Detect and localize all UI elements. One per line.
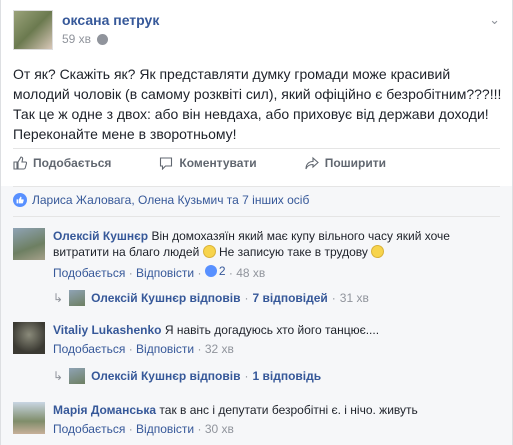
avatar[interactable] [13, 322, 45, 354]
like-button[interactable]: Подобається [13, 156, 111, 170]
separator: · [197, 266, 202, 280]
avatar [69, 368, 86, 384]
comment-icon [160, 157, 173, 170]
reply-link[interactable]: Відповісти [136, 422, 194, 436]
separator: · [244, 291, 249, 305]
reply-link[interactable]: Відповісти [136, 342, 194, 356]
separator: · [228, 266, 233, 280]
comment: Олексій Кушнєр Він домохазяїн який має к… [13, 228, 493, 281]
share-button[interactable]: Поширити [305, 156, 386, 170]
share-icon [305, 156, 319, 170]
replies-link[interactable]: ↳ Олексій Кушнєр відповів · 1 відповідь [53, 368, 321, 384]
reply-author[interactable]: Олексій Кушнєр відповів [91, 291, 240, 305]
divider [13, 148, 500, 149]
reply-count[interactable]: 7 відповідей [252, 291, 327, 305]
reply-arrow-icon: ↳ [53, 291, 64, 305]
avatar[interactable] [13, 402, 45, 434]
comment-meta: Подобається · Відповісти · 30 хв [53, 421, 493, 437]
replies-link[interactable]: ↳ Олексій Кушнєр відповів · 7 відповідей… [53, 290, 369, 306]
like-badge-icon [204, 265, 217, 277]
chevron-down-icon[interactable]: ⌄ [489, 12, 500, 28]
likes-summary-text[interactable]: Лариса Жаловага, Олена Кузьмич та 7 інши… [32, 193, 309, 207]
share-label: Поширити [324, 156, 386, 170]
globe-icon [97, 33, 109, 45]
smile-emoji-icon [202, 245, 216, 258]
thumbs-up-icon [13, 156, 27, 170]
comment-meta: Подобається · Відповісти · 2 · 48 хв [53, 263, 493, 281]
reply-time[interactable]: 31 хв [340, 291, 369, 305]
separator: · [128, 422, 133, 436]
like-label: Подобається [33, 156, 112, 170]
separator: · [197, 422, 202, 436]
comment-time[interactable]: 48 хв [236, 266, 265, 280]
reply-arrow-icon: ↳ [53, 369, 64, 383]
reply-link[interactable]: Відповісти [136, 266, 194, 280]
comment-label: Коментувати [179, 156, 257, 170]
comment-time[interactable]: 30 хв [205, 422, 234, 436]
separator: · [331, 291, 336, 305]
separator: · [128, 266, 133, 280]
smile-emoji-icon [371, 245, 385, 258]
post-text: От як? Скажіть як? Як представляти думку… [13, 66, 502, 142]
post-actions: Подобається Коментувати Поширити [13, 156, 434, 170]
post-header: оксана петрук 59 хв [13, 10, 159, 50]
like-link[interactable]: Подобається [53, 422, 125, 436]
author-avatar[interactable] [13, 10, 53, 50]
separator: · [197, 342, 202, 356]
divider [13, 216, 500, 217]
comment-meta: Подобається · Відповісти · 32 хв [53, 341, 493, 357]
likes-summary[interactable]: Лариса Жаловага, Олена Кузьмич та 7 інши… [13, 193, 309, 207]
reply-author[interactable]: Олексій Кушнєр відповів [91, 369, 240, 383]
comment: Vitaliy Lukashenko Я навіть догадуюсь хт… [13, 322, 493, 357]
avatar [69, 290, 86, 306]
reply-count[interactable]: 1 відповідь [252, 369, 321, 383]
comment: Марія Доманська так в анс і депутати без… [13, 402, 493, 437]
like-link[interactable]: Подобається [53, 266, 125, 280]
author-name[interactable]: оксана петрук [62, 12, 159, 28]
comment-text: Я навіть догадуюсь хто його танцює.... [164, 323, 380, 337]
divider [13, 186, 500, 187]
post-time-label[interactable]: 59 хв [62, 32, 91, 46]
comment-text: так в анс і депутати безробітні є. і ніч… [159, 403, 418, 417]
like-link[interactable]: Подобається [53, 342, 125, 356]
comment-author[interactable]: Марія Доманська [53, 403, 156, 417]
comment-author[interactable]: Vitaliy Lukashenko [53, 323, 162, 337]
separator: · [128, 342, 133, 356]
like-count[interactable]: 2 [204, 263, 226, 279]
comment-button[interactable]: Коментувати [159, 156, 257, 170]
post-time[interactable]: 59 хв [62, 32, 159, 46]
separator: · [244, 369, 249, 383]
like-count-value: 2 [218, 264, 226, 278]
post-card: оксана петрук 59 хв ⌄ От як? Скажіть як?… [0, 0, 513, 445]
comment-text-2: Не записую таке в трудову [218, 245, 368, 259]
comment-time[interactable]: 32 хв [205, 342, 234, 356]
avatar[interactable] [13, 228, 45, 260]
comment-author[interactable]: Олексій Кушнєр [53, 229, 148, 243]
like-badge-icon [13, 193, 27, 207]
